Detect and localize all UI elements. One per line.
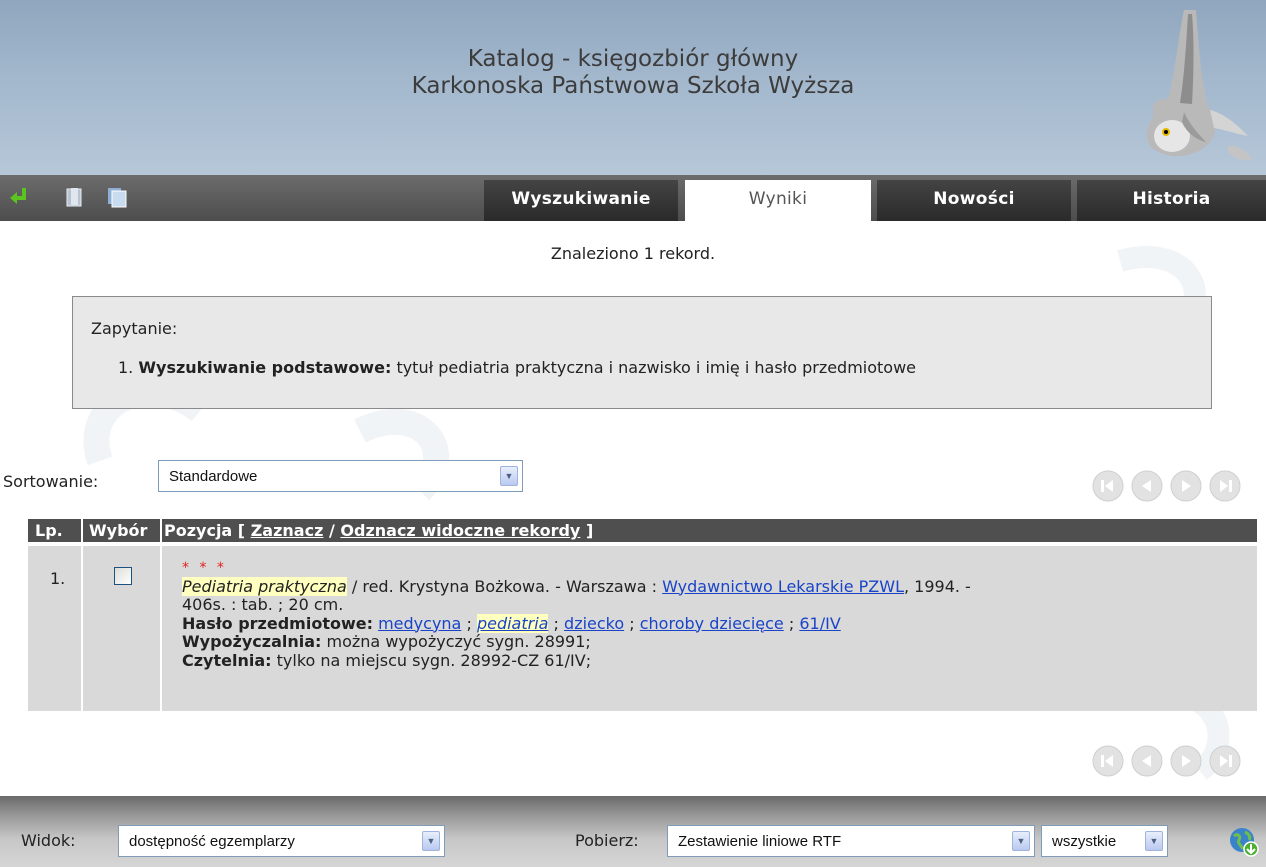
query-number: 1. — [118, 358, 134, 377]
next-page-icon[interactable] — [1170, 470, 1202, 502]
lending-line: Wypożyczalnia: można wypożyczyć sygn. 28… — [182, 632, 1242, 652]
subject-link-dziecko[interactable]: dziecko — [564, 614, 624, 633]
record-desc-b: , 1994. - — [903, 576, 971, 596]
unmark-records-link[interactable]: Odznacz widoczne rekordy — [340, 521, 580, 540]
record-description: * * * Pediatria praktyczna / red. Krysty… — [182, 559, 1242, 670]
col-lp: Lp. — [35, 521, 63, 540]
catalog-title-line2: Karkonoska Państwowa Szkoła Wyższa — [411, 73, 855, 99]
view-label: Widok: — [21, 831, 76, 850]
column-divider — [160, 519, 162, 711]
record-title-line: Pediatria praktyczna / red. Krystyna Boż… — [182, 576, 1242, 597]
mark-records-link[interactable]: Zaznacz — [251, 521, 324, 540]
download-format-select[interactable]: Zestawienie liniowe RTF ▼ — [667, 825, 1035, 857]
globe-download-icon[interactable] — [1229, 827, 1259, 857]
view-select[interactable]: dostępność egzemplarzy ▼ — [118, 825, 445, 857]
header-separator: / — [328, 521, 335, 540]
query-box: Zapytanie: 1. Wyszukiwanie podstawowe: t… — [72, 296, 1212, 409]
publisher-link[interactable]: Wydawnictwo Lekarskie PZWL — [662, 577, 904, 596]
header-close-bracket: ] — [585, 521, 594, 540]
first-page-icon[interactable] — [1092, 745, 1124, 777]
col-pozycja: Pozycja [ Zaznacz / Odznacz widoczne rek… — [164, 521, 593, 540]
results-table-header: Lp. Wybór Pozycja [ Zaznacz / Odznacz wi… — [28, 519, 1257, 542]
download-format-value: Zestawienie liniowe RTF — [678, 833, 842, 850]
tab-wyszukiwanie[interactable]: Wyszukiwanie — [484, 180, 678, 221]
download-label: Pobierz: — [575, 831, 639, 850]
tab-wyniki[interactable]: Wyniki — [685, 180, 871, 222]
record-desc-a: / red. Krystyna Bożkowa. - Warszawa : — [346, 576, 663, 596]
query-label: Zapytanie: — [91, 319, 178, 338]
lending-label: Wypożyczalnia: — [182, 632, 322, 651]
reading-label: Czytelnia: — [182, 650, 272, 670]
col-wybor: Wybór — [89, 521, 148, 540]
catalog-title: Katalog - księgozbiór główny Karkonoska … — [0, 46, 1266, 100]
chevron-down-icon: ▼ — [1145, 831, 1163, 851]
query-type: Wyszukiwanie podstawowe: — [138, 358, 392, 377]
prev-page-icon[interactable] — [1131, 745, 1163, 777]
record-title: Pediatria praktyczna — [182, 576, 347, 596]
record-select-checkbox[interactable] — [114, 567, 132, 585]
col-pozycja-label: Pozycja [ — [164, 521, 246, 540]
subjects-line: Hasło przedmiotowe: medycyna ; pediatria… — [182, 613, 1242, 634]
query-line: 1. Wyszukiwanie podstawowe: tytuł pediat… — [118, 358, 916, 377]
record-stars: * * * — [182, 560, 227, 576]
chevron-down-icon: ▼ — [1012, 831, 1030, 851]
column-divider — [81, 519, 83, 711]
reading-text: tylko na miejscu sygn. 28992-CZ 61/IV; — [276, 650, 592, 670]
subjects-label: Hasło przedmiotowe: — [182, 613, 373, 633]
subject-link-medycyna[interactable]: medycyna — [378, 614, 461, 633]
catalog-title-line1: Katalog - księgozbiór główny — [467, 46, 799, 72]
subject-link-61-iv[interactable]: 61/IV — [799, 614, 840, 633]
prev-page-icon[interactable] — [1131, 470, 1163, 502]
first-page-icon[interactable] — [1092, 470, 1124, 502]
tab-historia[interactable]: Historia — [1077, 180, 1266, 221]
lending-text: można wypożyczyć sygn. 28991; — [326, 632, 591, 651]
record-desc-c: 406s. : tab. ; 20 cm. — [182, 595, 344, 614]
return-arrow-icon[interactable] — [8, 186, 30, 208]
chevron-down-icon: ▼ — [500, 466, 518, 486]
last-page-icon[interactable] — [1209, 470, 1241, 502]
reading-line: Czytelnia: tylko na miejscu sygn. 28992-… — [182, 650, 1242, 671]
last-page-icon[interactable] — [1209, 745, 1241, 777]
subject-sep: ; — [629, 613, 635, 633]
subject-sep: ; — [466, 613, 472, 633]
download-scope-value: wszystkie — [1052, 833, 1117, 850]
table-row: 1. * * * Pediatria praktyczna / red. Kry… — [28, 546, 1257, 711]
copy-pages-icon[interactable] — [106, 186, 128, 208]
chevron-down-icon: ▼ — [422, 831, 440, 851]
sort-select[interactable]: Standardowe ▼ — [158, 460, 523, 492]
download-scope-select[interactable]: wszystkie ▼ — [1041, 825, 1168, 857]
tab-nowosci[interactable]: Nowości — [877, 180, 1071, 221]
next-page-icon[interactable] — [1170, 745, 1202, 777]
view-selected-value: dostępność egzemplarzy — [129, 833, 295, 850]
subject-link-choroby-dzieciece[interactable]: choroby dziecięce — [640, 614, 784, 633]
sort-label: Sortowanie: — [3, 472, 99, 491]
found-count: Znaleziono 1 rekord. — [550, 244, 716, 263]
record-number: 1. — [50, 569, 66, 588]
subject-sep: ; — [553, 613, 559, 633]
sort-selected-value: Standardowe — [169, 468, 258, 485]
subject-sep: ; — [788, 613, 795, 633]
owl-logo — [1146, 10, 1252, 161]
query-text: tytuł pediatria praktyczna i nazwisko i … — [396, 358, 917, 377]
subject-link-pediatria[interactable]: pediatria — [476, 613, 549, 633]
copy-page-icon[interactable] — [64, 186, 86, 208]
